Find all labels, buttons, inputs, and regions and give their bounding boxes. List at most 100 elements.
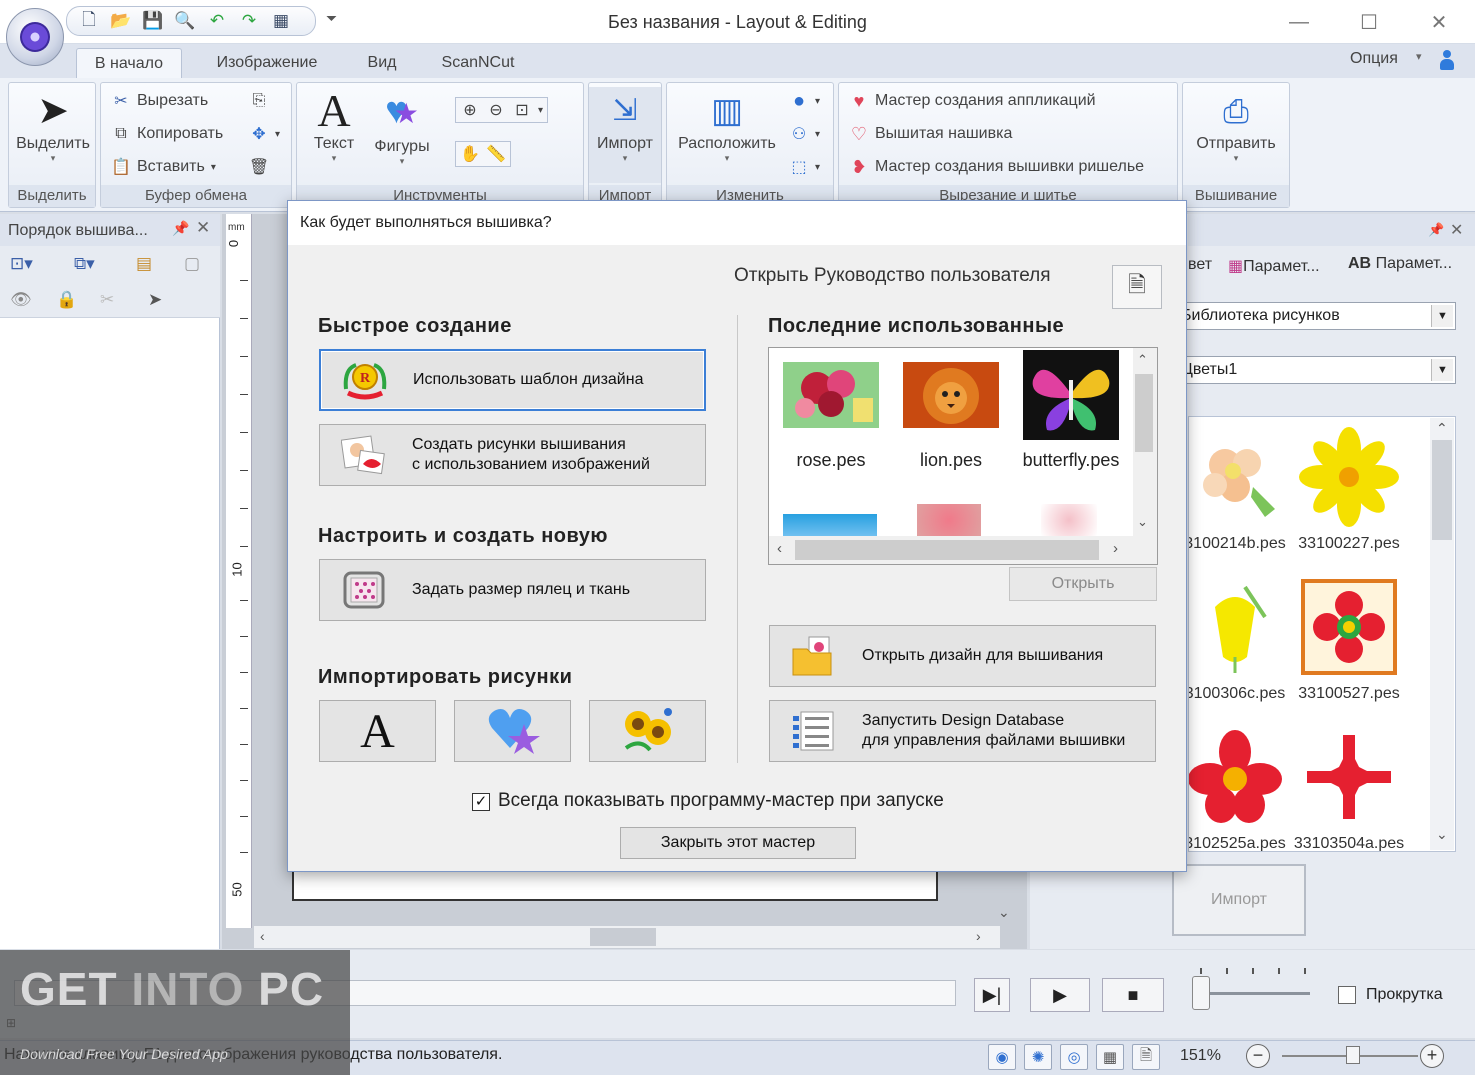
zoom-in-icon[interactable]: + [1420,1044,1444,1068]
gallery-item[interactable]: 3100306c.pes [1189,577,1295,703]
zoom-fit-icon[interactable]: ⊡ [512,100,532,120]
tab-view[interactable]: Вид [350,48,414,78]
close-icon[interactable]: ✕ [1450,220,1463,240]
scroll-right-icon[interactable]: › [1113,540,1118,557]
zoom-in-icon[interactable]: ⊕ [460,100,480,120]
import-shapes-button[interactable] [454,700,571,762]
scroll-down-icon[interactable]: ⌄ [998,904,1010,921]
scroll-up-icon[interactable]: ⌃ [1436,420,1448,437]
design-database-button[interactable]: Запустить Design Database для управления … [769,700,1156,762]
category-select[interactable]: Цветы1 ▼ [1180,356,1456,384]
import-text-button[interactable]: A [319,700,436,762]
scroll-checkbox[interactable] [1338,986,1356,1004]
zoom-slider[interactable] [1346,1046,1360,1064]
import-button[interactable]: Импорт [1172,864,1306,936]
applique-wizard-button[interactable]: ♥ Мастер создания аппликаций [849,91,1096,111]
shapes-button[interactable]: ♥★ Фигуры ▾ [369,87,435,167]
send-button[interactable]: ⎙ Отправить ▾ [1183,87,1289,164]
cutwork-wizard-button[interactable]: ❥ Мастер создания вышивки ришелье [849,157,1144,177]
scroll-left-icon[interactable]: ‹ [260,928,265,944]
tab-text-params[interactable]: AB Парамет... [1348,255,1452,273]
pin-icon[interactable]: 📌 [172,220,189,237]
tab-image[interactable]: Изображение [200,48,334,78]
tab-home[interactable]: В начало [76,48,182,78]
gallery-item[interactable]: 3100214b.pes [1189,427,1295,553]
tab-color[interactable]: вет [1188,256,1212,274]
option-menu[interactable]: Опция [1350,50,1398,68]
speed-slider[interactable] [1192,976,1210,1010]
point-edit-icon[interactable]: ✥ ▾ [249,124,280,144]
pin-icon[interactable]: 📌 [1428,222,1444,238]
delete-icon[interactable]: 🗑 [249,157,269,177]
patch-button[interactable]: ♡ Вышитая нашивка [849,124,1012,144]
scrollbar-thumb[interactable] [590,928,656,946]
scrollbar-thumb[interactable] [795,540,1099,560]
layers-icon[interactable]: ⧉▾ [74,254,95,274]
group-objects-icon[interactable]: ⚇ ▾ [789,124,820,144]
scrollbar-thumb[interactable] [1135,374,1153,452]
close-icon[interactable]: ✕ [196,218,210,238]
zoom-out-icon[interactable]: − [1246,1044,1270,1068]
paste-button[interactable]: 📋 Вставить ▾ [111,157,216,177]
scroll-down-icon[interactable]: ⌄ [1137,514,1148,530]
create-from-image-button[interactable]: Создать рисунки вышивания с использование… [319,424,706,486]
lock-icon[interactable]: 🔒 [56,290,77,310]
measure-icon[interactable]: 📏 [486,144,506,164]
recent-file-item[interactable]: lion.pes [891,362,1011,471]
close-window-button[interactable]: ✕ [1416,8,1462,36]
tab-scanncut[interactable]: ScanNCut [428,48,528,78]
import-image-button[interactable] [589,700,706,762]
maximize-button[interactable]: ☐ [1346,8,1392,36]
page-icon[interactable]: 🗎 [1132,1044,1160,1070]
realistic-view-icon[interactable]: ◉ [988,1044,1016,1070]
recent-file-item[interactable]: rose.pes [771,362,891,471]
open-manual-button[interactable]: 🗎 [1112,265,1162,309]
close-wizard-button[interactable]: Закрыть этот мастер [620,827,856,859]
scrollbar-thumb[interactable] [1432,440,1452,540]
transform-icon[interactable]: ⬚ ▾ [789,157,820,177]
scroll-down-icon[interactable]: ⌄ [1436,826,1448,843]
pointer-icon[interactable]: ➤ [148,290,162,310]
scroll-right-icon[interactable]: › [976,928,981,944]
arrange-button[interactable]: ▥ Расположить ▾ [667,87,787,164]
hand-pan-icon[interactable]: ✋ [460,144,480,164]
fit-frame-icon[interactable]: ⊡▾ [10,254,33,274]
hoop-size-button[interactable]: Задать размер пялец и ткань [319,559,706,621]
tab-stitch-params[interactable]: ▦Парамет... [1228,256,1320,276]
gallery-item[interactable]: 3102525a.pes [1189,727,1295,851]
application-menu-button[interactable] [6,8,64,66]
copy-button[interactable]: ⧉ Копировать [111,124,223,144]
scroll-left-icon[interactable]: ‹ [777,540,782,557]
open-recent-button[interactable]: Открыть [1009,567,1157,601]
cut-disabled-icon[interactable]: ✂ [100,290,114,310]
zoom-level: 151% [1180,1047,1221,1064]
scroll-up-icon[interactable]: ⌃ [1137,352,1148,368]
outline-view-icon[interactable]: ◎ [1060,1044,1088,1070]
minimize-button[interactable]: — [1276,8,1322,36]
library-select[interactable]: Библиотека рисунков ▼ [1180,302,1456,330]
import-ribbon-button[interactable]: ⇲ Импорт ▾ [589,87,661,183]
grid-icon[interactable]: ▦ [1096,1044,1124,1070]
use-template-button[interactable]: R Использовать шаблон дизайна [319,349,706,411]
cut-button[interactable]: ✂ Вырезать [111,91,208,111]
fill-color-icon[interactable]: ● ▾ [789,90,820,112]
step-forward-button[interactable]: ▶| [974,978,1010,1012]
gallery-item[interactable]: 33100527.pes [1289,577,1409,703]
watermark-title: GET INTO PC [20,963,325,1015]
text-button[interactable]: A Текст ▾ [301,87,367,164]
recent-file-item[interactable]: butterfly.pes [1011,350,1131,471]
play-button[interactable]: ▶ [1030,978,1090,1012]
stop-button[interactable]: ■ [1102,978,1164,1012]
color-blocks-icon[interactable]: ▤ [136,254,152,274]
frame-icon[interactable]: ▢ [184,254,200,274]
stitch-view-icon[interactable]: ✺ [1024,1044,1052,1070]
always-show-checkbox[interactable]: ✓ [472,793,490,811]
select-button[interactable]: ➤ Выделить ▾ [9,87,97,164]
zoom-out-icon[interactable]: ⊖ [486,100,506,120]
duplicate-icon[interactable]: ⎘ [249,91,269,111]
gallery-item[interactable]: 33103504a.pes [1289,727,1409,851]
gallery-item[interactable]: 33100227.pes [1289,427,1409,553]
open-design-button[interactable]: Открыть дизайн для вышивания [769,625,1156,687]
user-icon[interactable] [1438,48,1456,72]
eye-icon[interactable]: 👁 [10,290,32,310]
